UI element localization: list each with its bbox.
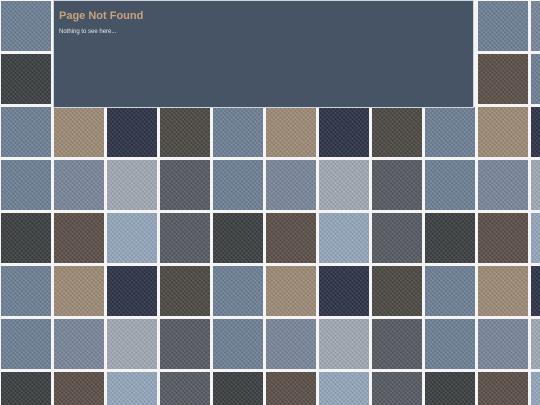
error-panel: Page Not Found Nothing to see here... xyxy=(53,0,474,108)
page: Page Not Found Nothing to see here... xyxy=(0,0,540,405)
fabric-tile xyxy=(319,372,369,405)
fabric-tile xyxy=(107,107,157,157)
fabric-tile xyxy=(1,372,51,405)
fabric-tile xyxy=(319,107,369,157)
fabric-tile xyxy=(266,266,316,316)
error-message: Nothing to see here... xyxy=(59,29,117,35)
fabric-tile xyxy=(160,107,210,157)
fabric-tile xyxy=(531,319,540,369)
fabric-tile xyxy=(107,372,157,405)
fabric-tile xyxy=(160,266,210,316)
fabric-tile xyxy=(107,160,157,210)
fabric-tile xyxy=(425,107,475,157)
fabric-tile xyxy=(213,213,263,263)
fabric-tile xyxy=(213,372,263,405)
fabric-tile xyxy=(372,266,422,316)
fabric-tile xyxy=(531,372,540,405)
fabric-tile xyxy=(372,107,422,157)
fabric-tile xyxy=(213,319,263,369)
fabric-tile xyxy=(425,372,475,405)
fabric-tile xyxy=(160,213,210,263)
fabric-tile xyxy=(54,107,104,157)
fabric-tile xyxy=(266,160,316,210)
fabric-tile xyxy=(1,107,51,157)
fabric-tile xyxy=(266,213,316,263)
fabric-tile xyxy=(54,372,104,405)
fabric-tile xyxy=(372,319,422,369)
fabric-tile xyxy=(54,319,104,369)
fabric-tile xyxy=(1,319,51,369)
fabric-tile xyxy=(372,372,422,405)
fabric-tile xyxy=(531,213,540,263)
fabric-tile xyxy=(319,266,369,316)
fabric-tile xyxy=(478,213,528,263)
fabric-tile xyxy=(213,160,263,210)
fabric-tile xyxy=(478,372,528,405)
fabric-tile xyxy=(213,107,263,157)
fabric-tile xyxy=(478,266,528,316)
fabric-tile xyxy=(160,372,210,405)
fabric-tile xyxy=(1,54,51,104)
fabric-tile xyxy=(107,266,157,316)
fabric-tile xyxy=(319,213,369,263)
fabric-tile xyxy=(531,54,540,104)
fabric-tile xyxy=(1,266,51,316)
fabric-tile xyxy=(266,372,316,405)
fabric-tile xyxy=(372,213,422,263)
fabric-tile xyxy=(54,213,104,263)
fabric-tile xyxy=(425,266,475,316)
fabric-tile xyxy=(425,160,475,210)
fabric-tile xyxy=(54,266,104,316)
fabric-tile xyxy=(160,160,210,210)
fabric-tile xyxy=(54,160,104,210)
fabric-tile xyxy=(107,213,157,263)
page-title: Page Not Found xyxy=(59,10,144,22)
fabric-tile xyxy=(372,160,422,210)
fabric-tile xyxy=(478,319,528,369)
fabric-tile xyxy=(425,213,475,263)
fabric-tile xyxy=(319,160,369,210)
fabric-tile xyxy=(1,213,51,263)
fabric-tile xyxy=(425,319,475,369)
fabric-tile xyxy=(531,266,540,316)
fabric-tile xyxy=(319,319,369,369)
fabric-tile xyxy=(266,319,316,369)
fabric-tile xyxy=(531,107,540,157)
fabric-tile xyxy=(531,1,540,51)
fabric-tile xyxy=(213,266,263,316)
fabric-tile xyxy=(107,319,157,369)
fabric-tile xyxy=(478,160,528,210)
fabric-tile xyxy=(478,107,528,157)
fabric-tile xyxy=(1,160,51,210)
fabric-tile xyxy=(478,1,528,51)
fabric-tile xyxy=(531,160,540,210)
fabric-tile xyxy=(266,107,316,157)
fabric-tile xyxy=(478,54,528,104)
fabric-tile xyxy=(1,1,51,51)
fabric-tile xyxy=(160,319,210,369)
